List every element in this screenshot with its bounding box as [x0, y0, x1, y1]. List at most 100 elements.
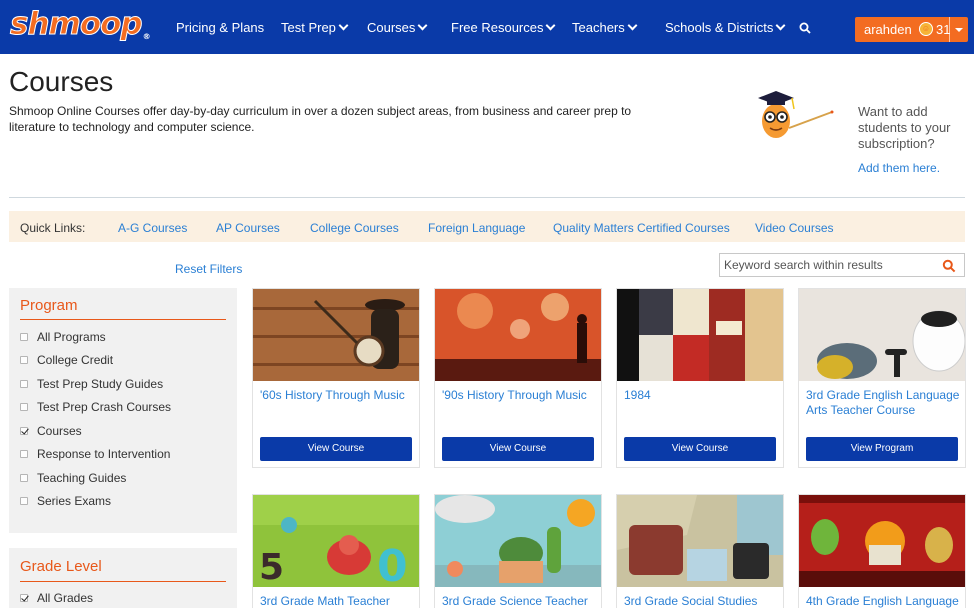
logo-text: shmoop	[10, 6, 144, 43]
filter-courses[interactable]: Courses	[20, 424, 82, 438]
checkbox[interactable]	[20, 403, 28, 411]
course-thumbnail-banjo-player	[253, 289, 419, 381]
filter-test-prep-crash-courses[interactable]: Test Prep Crash Courses	[20, 400, 171, 414]
user-account-button[interactable]: arahden ☺ 31	[855, 17, 968, 42]
filter-label: All Grades	[37, 591, 94, 605]
filter-all-grades[interactable]: All Grades	[20, 591, 93, 605]
promo-text: Want to add students to your subscriptio…	[858, 104, 951, 151]
logo-registered-mark: ®	[142, 32, 151, 41]
section-rule	[20, 319, 226, 320]
nav-label: Test Prep	[281, 20, 336, 35]
header-divider	[9, 197, 965, 198]
view-program-button[interactable]: View Program	[806, 437, 958, 461]
filter-label: Teaching Guides	[37, 471, 127, 485]
shmoop-logo[interactable]: shmoop ®	[10, 6, 151, 43]
button-divider	[949, 17, 950, 42]
course-title[interactable]: 3rd Grade Science Teacher	[442, 594, 597, 608]
course-card[interactable]: 4th Grade English Language	[798, 494, 966, 608]
page-description: Shmoop Online Courses offer day-by-day c…	[9, 104, 632, 134]
chevron-down-icon	[546, 20, 556, 31]
quick-link-college-courses[interactable]: College Courses	[310, 221, 399, 235]
keyword-search-input[interactable]	[724, 257, 934, 273]
course-card[interactable]: 5 0 3rd Grade Math Teacher	[252, 494, 420, 608]
filter-label: Test Prep Crash Courses	[37, 400, 172, 414]
course-title[interactable]: 3rd Grade Social Studies	[624, 594, 779, 608]
chevron-down-icon	[775, 20, 786, 31]
quick-links-bar: Quick Links: A-G Courses AP Courses Coll…	[9, 211, 965, 242]
chevron-down-icon	[627, 20, 638, 31]
nav-teachers[interactable]: Teachers	[572, 20, 638, 35]
search-icon[interactable]	[799, 22, 811, 34]
filter-label: All Programs	[37, 330, 106, 344]
chevron-down-icon	[417, 20, 428, 31]
nav-test-prep[interactable]: Test Prep	[281, 20, 349, 35]
filter-label: Courses	[37, 424, 82, 438]
grade-level-filter-panel: Grade Level All Grades	[9, 548, 237, 608]
mascot-illustration	[758, 91, 834, 138]
course-title[interactable]: '90s History Through Music	[442, 388, 597, 403]
filter-teaching-guides[interactable]: Teaching Guides	[20, 471, 126, 485]
nav-courses[interactable]: Courses	[367, 20, 428, 35]
quick-link-ag-courses[interactable]: A-G Courses	[118, 221, 187, 235]
course-thumbnail-science-cactus	[435, 495, 601, 587]
nav-free-resources[interactable]: Free Resources	[451, 20, 556, 35]
filter-test-prep-study-guides[interactable]: Test Prep Study Guides	[20, 377, 163, 391]
quick-link-video-courses[interactable]: Video Courses	[755, 221, 834, 235]
chevron-down-icon	[338, 20, 349, 31]
nav-label: Teachers	[572, 20, 625, 35]
course-title[interactable]: '60s History Through Music	[260, 388, 415, 403]
svg-text:0: 0	[377, 541, 408, 587]
course-card[interactable]: 1984 View Course	[616, 288, 784, 468]
filter-label: Series Exams	[37, 494, 112, 508]
quick-link-quality-matters[interactable]: Quality Matters Certified Courses	[553, 221, 730, 235]
course-card[interactable]: 3rd Grade Social Studies	[616, 494, 784, 608]
checkbox[interactable]	[20, 356, 28, 364]
checkbox-checked[interactable]	[20, 594, 28, 602]
checkbox-checked[interactable]	[20, 427, 28, 435]
filter-all-programs[interactable]: All Programs	[20, 330, 106, 344]
nav-schools-districts[interactable]: Schools & Districts	[665, 20, 786, 35]
page-title: Courses	[9, 66, 114, 97]
search-icon[interactable]	[942, 259, 956, 273]
quick-link-foreign-language[interactable]: Foreign Language	[428, 221, 525, 235]
svg-text:5: 5	[259, 547, 284, 587]
course-card[interactable]: '90s History Through Music View Course	[434, 288, 602, 468]
nav-label: Schools & Districts	[665, 20, 774, 35]
view-course-button[interactable]: View Course	[260, 437, 412, 461]
add-students-link[interactable]: Add them here.	[858, 161, 940, 175]
caret-down-icon[interactable]	[955, 28, 963, 32]
nav-label: Pricing & Plans	[176, 20, 265, 35]
nav-pricing-plans[interactable]: Pricing & Plans	[176, 20, 264, 35]
course-card[interactable]: 3rd Grade Science Teacher	[434, 494, 602, 608]
filter-college-credit[interactable]: College Credit	[20, 353, 113, 367]
course-card[interactable]: 3rd Grade English Language Arts Teacher …	[798, 288, 966, 468]
filter-response-to-intervention[interactable]: Response to Intervention	[20, 447, 170, 461]
view-course-button[interactable]: View Course	[624, 437, 776, 461]
view-course-button[interactable]: View Course	[442, 437, 594, 461]
filter-series-exams[interactable]: Series Exams	[20, 494, 111, 508]
checkbox[interactable]	[20, 497, 28, 505]
course-title[interactable]: 1984	[624, 388, 779, 403]
section-rule	[20, 581, 226, 582]
nav-label: Free Resources	[451, 20, 544, 35]
program-filter-title: Program	[20, 297, 78, 314]
filter-label: Response to Intervention	[37, 447, 171, 461]
course-card[interactable]: '60s History Through Music View Course	[252, 288, 420, 468]
quick-links-label: Quick Links:	[20, 221, 86, 235]
top-navigation: shmoop ® Pricing & Plans Test Prep Course…	[0, 0, 974, 54]
reset-filters-link[interactable]: Reset Filters	[175, 262, 242, 276]
course-thumbnail-concert	[435, 289, 601, 381]
checkbox[interactable]	[20, 474, 28, 482]
checkbox[interactable]	[20, 333, 28, 341]
checkbox[interactable]	[20, 450, 28, 458]
checkbox[interactable]	[20, 380, 28, 388]
course-thumbnail-math-cartoon: 5 0	[253, 495, 419, 587]
course-title[interactable]: 3rd Grade English Language Arts Teacher …	[806, 388, 961, 418]
course-title[interactable]: 4th Grade English Language	[806, 594, 961, 608]
course-title[interactable]: 3rd Grade Math Teacher	[260, 594, 415, 608]
grade-level-filter-title: Grade Level	[20, 558, 102, 575]
quick-link-ap-courses[interactable]: AP Courses	[216, 221, 280, 235]
keyword-search-box	[719, 253, 965, 277]
program-filter-panel: Program All Programs College Credit Test…	[9, 288, 237, 533]
course-thumbnail-map-suitcase	[617, 495, 783, 587]
